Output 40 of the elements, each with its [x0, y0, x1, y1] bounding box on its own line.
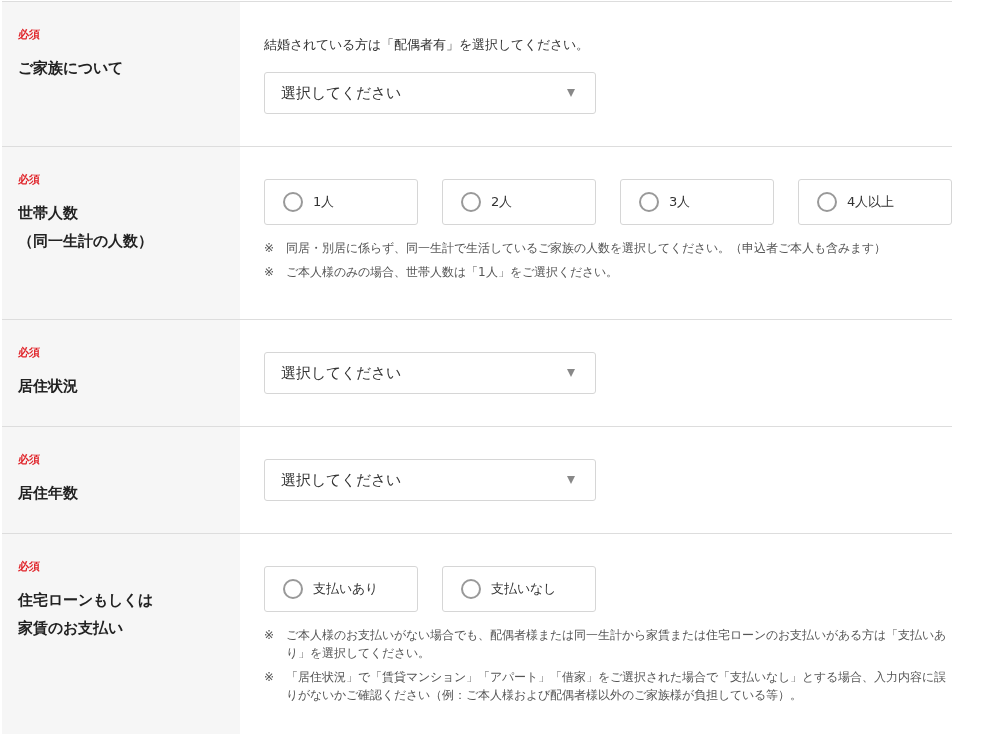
required-label: 必須: [18, 560, 41, 574]
option-label: 4人以上: [847, 193, 895, 211]
option-label: 支払いあり: [313, 580, 378, 598]
required-label: 必須: [18, 346, 41, 360]
option-label: 1人: [313, 193, 335, 211]
note-mark: ※: [264, 627, 276, 644]
note-mark: ※: [264, 240, 276, 257]
option-label: 3人: [669, 193, 691, 211]
radio-option[interactable]: 1人: [264, 179, 418, 225]
instruction-text: 結婚されている方は「配偶者有」を選択してください。: [264, 36, 590, 54]
field-label: 居住状況: [18, 376, 79, 397]
placeholder-text: 選択してください: [281, 363, 401, 383]
dropdown-arrow-icon: [567, 476, 575, 484]
radio-option[interactable]: 支払いあり: [264, 566, 418, 612]
field-label: 世帯人数 （同一生計の人数）: [18, 203, 154, 252]
select-field[interactable]: 選択してください: [264, 459, 596, 501]
select-field[interactable]: 選択してください: [264, 352, 596, 394]
option-label: 2人: [491, 193, 513, 211]
radio-option[interactable]: 2人: [442, 179, 596, 225]
required-label: 必須: [18, 453, 41, 467]
radio-option[interactable]: 3人: [620, 179, 774, 225]
dropdown-arrow-icon: [567, 89, 575, 97]
placeholder-text: 選択してください: [281, 470, 401, 490]
radio-option[interactable]: 4人以上: [798, 179, 952, 225]
note-mark: ※: [264, 669, 276, 686]
required-label: 必須: [18, 28, 41, 42]
field-label: 居住年数: [18, 483, 79, 504]
radio-option[interactable]: 支払いなし: [442, 566, 596, 612]
dropdown-arrow-icon: [567, 369, 575, 377]
note-text: ご本人様のお支払いがない場合でも、配偶者様または同一生計から家賃または住宅ローンのお支払いがある方は「支払いあり」を選択してください。: [286, 627, 947, 662]
field-label: 住宅ローンもしくは 家賃のお支払い: [18, 590, 154, 639]
select-field[interactable]: 選択してください: [264, 72, 596, 114]
note-mark: ※: [264, 264, 276, 281]
note-text: 「居住状況」で「賃貸マンション」「アパート」「借家」をご選択された場合で「支払いなし」とする場合、入力内容に誤りがないかご確認ください（例：ご本人様および配偶者様以外のご家族様が負担している等）。: [286, 669, 947, 704]
field-label: ご家族について: [18, 58, 124, 79]
option-label: 支払いなし: [491, 580, 556, 598]
note-text: ご本人様のみの場合、世帯人数は「1人」をご選択ください。: [286, 264, 619, 281]
required-label: 必須: [18, 173, 41, 187]
note-text: 同居・別居に係らず、同一生計で生活しているご家族の人数を選択してください。（申込者ご本人も含みます）: [286, 240, 887, 257]
placeholder-text: 選択してください: [281, 83, 401, 103]
